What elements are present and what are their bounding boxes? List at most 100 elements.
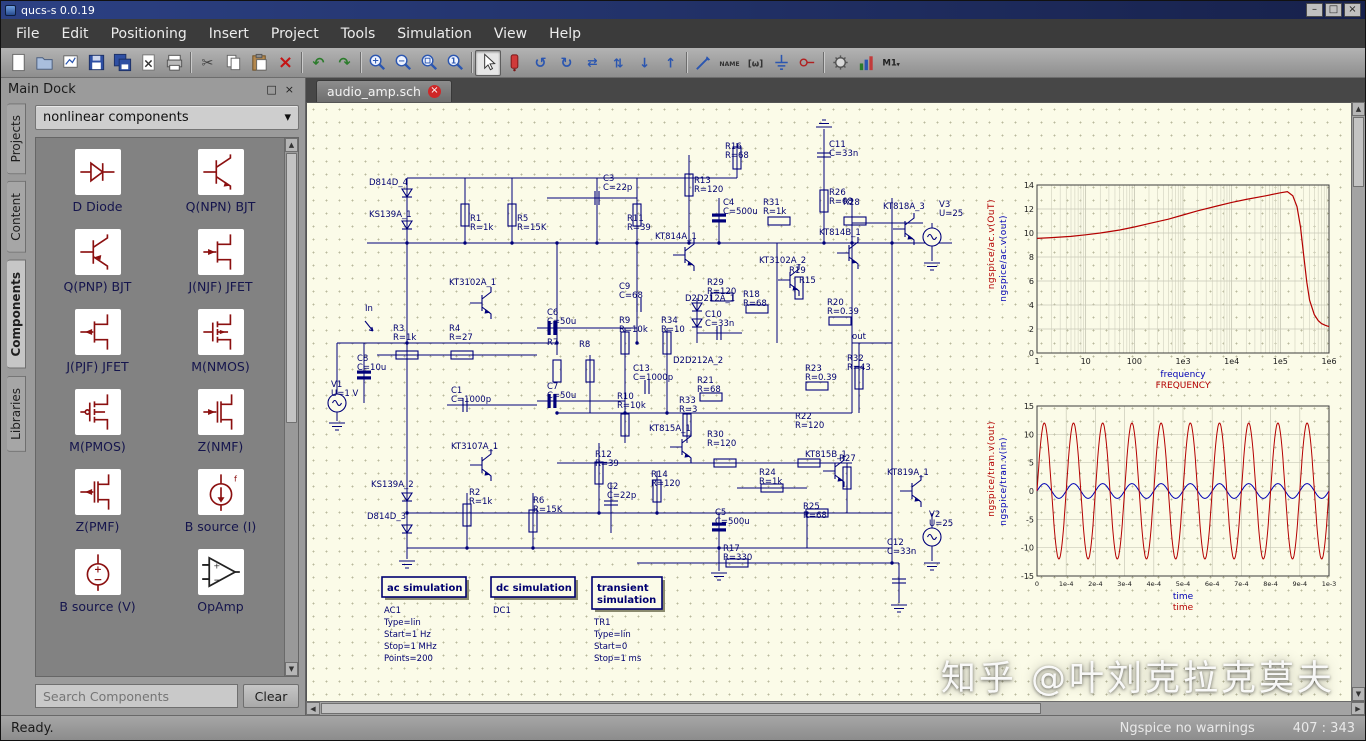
toolbar-zoom-in-button[interactable]: + [364, 50, 390, 76]
dock-tab-projects[interactable]: Projects [6, 103, 26, 175]
resistor-symbol[interactable] [805, 381, 829, 391]
component-label[interactable]: R=15K [533, 505, 563, 515]
component-label[interactable]: U=1 V [331, 389, 358, 399]
menu-positioning[interactable]: Positioning [100, 21, 198, 47]
component-label[interactable]: C=1000p [451, 395, 491, 405]
menu-simulation[interactable]: Simulation [386, 21, 483, 47]
component-diode[interactable]: D Diode [36, 142, 159, 222]
component-label[interactable]: C=22p [603, 183, 632, 193]
component-label[interactable]: D814D_4 [369, 178, 408, 188]
toolbar-cut-button[interactable]: ✂ [194, 50, 220, 76]
ground-symbol[interactable] [399, 560, 415, 569]
dock-tab-components[interactable]: Components [6, 260, 26, 369]
close-button[interactable]: × [1344, 3, 1361, 17]
component-label[interactable]: KT3107A_1 [451, 442, 498, 452]
scroll-down-icon[interactable]: ▼ [1352, 687, 1365, 701]
toolbar-insert-port-button[interactable] [794, 50, 820, 76]
component-label[interactable]: KT819A_1 [887, 468, 929, 478]
component-pnp[interactable]: Q(PNP) BJT [36, 222, 159, 302]
component-label[interactable]: R=68 [697, 385, 721, 395]
menu-project[interactable]: Project [260, 21, 330, 47]
scroll-up-icon[interactable]: ▲ [285, 138, 298, 152]
component-label[interactable]: R=1k [470, 223, 493, 233]
component-label[interactable]: R=120 [651, 479, 680, 489]
component-opamp[interactable]: + − OpAmp [159, 542, 282, 622]
toolbar-marker-button[interactable]: M1 ▾ [879, 50, 905, 76]
scroll-right-icon[interactable]: ▶ [1351, 702, 1365, 715]
ground-symbol[interactable] [711, 572, 727, 581]
minimize-button[interactable]: – [1306, 3, 1323, 17]
ground-symbol[interactable] [329, 422, 345, 431]
component-pmf[interactable]: Z(PMF) [36, 462, 159, 542]
ground-symbol[interactable] [816, 119, 832, 128]
menu-edit[interactable]: Edit [50, 21, 99, 47]
component-label[interactable]: C=1000p [633, 373, 673, 383]
maximize-button[interactable]: □ [1325, 3, 1342, 17]
dock-close-button[interactable]: × [281, 83, 298, 96]
toolbar-rotate-cw-button[interactable]: ↻ [553, 50, 579, 76]
component-label[interactable]: R=68 [725, 151, 749, 161]
component-label[interactable]: R=39 [627, 223, 651, 233]
component-npn[interactable]: Q(NPN) BJT [159, 142, 282, 222]
component-label[interactable]: KS139A_2 [371, 480, 414, 490]
schematic-drawing[interactable]: D814D_4KS139A_1 R1R=1kR5R=15KC3C=22pR13R=… [307, 103, 997, 678]
toolbar-undo-button[interactable]: ↶ [305, 50, 331, 76]
component-label[interactable]: R=0.39 [805, 373, 837, 383]
resistor-symbol[interactable] [843, 216, 867, 226]
toolbar-move-up-button[interactable]: ↑ [657, 50, 683, 76]
toolbar-mirror-x-button[interactable]: ⇄ [579, 50, 605, 76]
toolbar-open-display-button[interactable] [57, 50, 83, 76]
toolbar-insert-ground-button[interactable] [768, 50, 794, 76]
resistor-symbol[interactable] [552, 359, 562, 383]
component-label[interactable]: R15 [799, 276, 816, 286]
toolbar-open-file-button[interactable] [31, 50, 57, 76]
component-label[interactable]: R=1k [763, 207, 786, 217]
component-label[interactable]: C=500u [723, 207, 758, 217]
component-scrollbar-thumb[interactable] [286, 153, 297, 423]
toolbar-insert-name-button[interactable]: NAME [716, 50, 742, 76]
toolbar-close-file-button[interactable]: × [135, 50, 161, 76]
component-label[interactable]: R=39 [595, 459, 619, 469]
horizontal-scrollbar[interactable]: ◀ ▶ [306, 701, 1365, 715]
component-label[interactable]: C=10u [357, 363, 386, 373]
component-nmos[interactable]: M(NMOS) [159, 302, 282, 382]
component-label[interactable]: KS139A_1 [369, 210, 412, 220]
component-label[interactable]: R=1k [759, 477, 782, 487]
component-label[interactable]: R=68 [743, 299, 767, 309]
toolbar-tune-button[interactable] [827, 50, 853, 76]
clear-button[interactable]: Clear [243, 684, 299, 708]
component-bsrc_v[interactable]: + − B source (V) [36, 542, 159, 622]
capacitor-symbol[interactable] [712, 528, 726, 532]
component-label[interactable]: C=33n [829, 149, 858, 159]
toolbar-insert-wire-button[interactable] [690, 50, 716, 76]
resistor-symbol[interactable] [828, 316, 852, 326]
ground-symbol[interactable] [891, 604, 907, 613]
component-label[interactable]: KT814B_1 [819, 228, 861, 238]
component-njf[interactable]: J(NJF) JFET [159, 222, 282, 302]
component-label[interactable]: R=15K [517, 223, 547, 233]
transistor-symbol[interactable] [673, 239, 695, 271]
toolbar-zoom-one-button[interactable]: 1 [442, 50, 468, 76]
transistor-symbol[interactable] [893, 213, 915, 245]
component-label[interactable]: R=27 [449, 333, 473, 343]
component-nmf[interactable]: Z(NMF) [159, 382, 282, 462]
scroll-left-icon[interactable]: ◀ [306, 702, 320, 715]
component-label[interactable]: KT815A_1 [649, 424, 691, 434]
toolbar-zoom-fit-button[interactable] [416, 50, 442, 76]
dock-tab-content[interactable]: Content [6, 181, 26, 254]
transient-chart-container[interactable]: -15 -10 -5 0 5 10 15 0 1e-4 2e-4 3e-4 4e-4 5e-4 6e-4 7… [1007, 401, 1347, 621]
toolbar-probe-button[interactable] [501, 50, 527, 76]
component-label[interactable]: KT814A_1 [655, 232, 697, 242]
component-label[interactable]: R28 [843, 198, 860, 208]
component-label[interactable]: KT3102A_2 [759, 256, 806, 266]
component-pjf[interactable]: J(PJF) JFET [36, 302, 159, 382]
dock-float-button[interactable]: □ [262, 83, 280, 96]
toolbar-mirror-y-button[interactable]: ⇅ [605, 50, 631, 76]
scroll-up-icon[interactable]: ▲ [1352, 102, 1365, 116]
vertical-scrollbar-thumb[interactable] [1353, 117, 1364, 187]
component-label[interactable]: C=500u [715, 517, 750, 527]
component-label[interactable]: R=120 [795, 421, 824, 431]
component-label[interactable]: R=120 [694, 185, 723, 195]
component-label[interactable]: C=50u [547, 317, 576, 327]
ground-symbol[interactable] [924, 262, 940, 271]
